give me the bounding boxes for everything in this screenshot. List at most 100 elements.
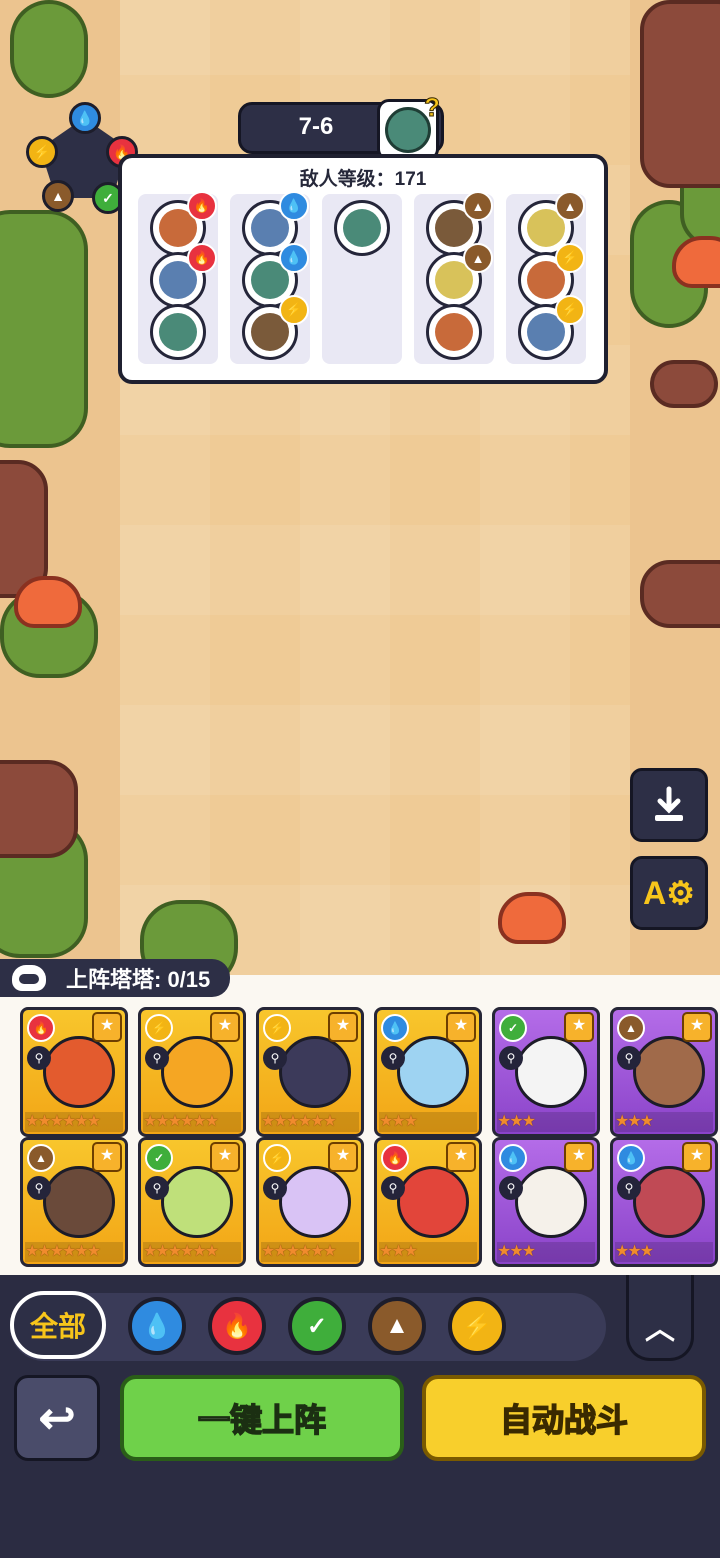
star-badge-icon: ★ bbox=[682, 1142, 712, 1172]
star-rating: ★★★ bbox=[379, 1242, 477, 1262]
star-rating: ★★★★★★ bbox=[143, 1242, 241, 1262]
tower-portrait bbox=[161, 1166, 233, 1238]
rock-decoration bbox=[640, 0, 720, 188]
element-filter-bar: 全部 💧 🔥 ✓ ▲ ⚡ bbox=[10, 1291, 606, 1361]
expand-roster-button[interactable]: ︿ bbox=[626, 1275, 694, 1361]
back-button[interactable]: ↩ bbox=[14, 1375, 100, 1461]
thunder-element-icon: ⚡ bbox=[145, 1014, 173, 1042]
role-icon: ⚲ bbox=[499, 1046, 523, 1070]
tower-card[interactable]: ✓ ⚲ ★ ★★★★★★ bbox=[138, 1137, 246, 1267]
tower-card[interactable]: ✓ ⚲ ★ ★★★ bbox=[492, 1007, 600, 1137]
enemy-level-title: 敌人等级：171 bbox=[299, 169, 427, 190]
enemy-column: ▲ ▲ bbox=[414, 191, 494, 364]
enemy-panel: 敌人等级：171 🔥 🔥 💧 💧 ⚡ ▲ ▲ ▲ ⚡ ⚡ bbox=[118, 154, 608, 384]
tower-card[interactable]: ▲ ⚲ ★ ★★★★★★ bbox=[20, 1137, 128, 1267]
enemy-avatar: 🔥 bbox=[150, 243, 217, 308]
stage-label: 7-6 bbox=[298, 113, 334, 140]
fire-element-icon: 🔥 bbox=[27, 1014, 55, 1042]
role-icon: ⚲ bbox=[617, 1176, 641, 1200]
return-arrow-icon: ↩ bbox=[38, 1393, 76, 1443]
water-element-icon: 💧 bbox=[381, 1014, 409, 1042]
tower-portrait bbox=[515, 1036, 587, 1108]
enemy-avatar: ⚡ bbox=[518, 295, 585, 360]
fire-element-icon: 🔥 bbox=[187, 243, 217, 273]
tower-portrait bbox=[633, 1036, 705, 1108]
enemy-preview-button[interactable]: ? bbox=[377, 92, 440, 161]
tower-roster: 🔥 ⚲ ★ ★★★★★★ ⚡ ⚲ ★ ★★★★★★ ⚡ ⚲ ★ ★★★★★★ 💧 ⚲ ★ ★★★ ✓ ⚲ ★ ★★★ ▲… bbox=[0, 975, 720, 1275]
role-icon: ⚲ bbox=[263, 1046, 287, 1070]
filter-thunder-button[interactable]: ⚡ bbox=[448, 1297, 506, 1355]
question-icon: ? bbox=[424, 92, 441, 123]
tower-card[interactable]: 💧 ⚲ ★ ★★★ bbox=[374, 1007, 482, 1137]
filter-grass-button[interactable]: ✓ bbox=[288, 1297, 346, 1355]
star-rating: ★★★★★★ bbox=[143, 1112, 241, 1132]
star-rating: ★★★★★★ bbox=[261, 1112, 359, 1132]
tower-portrait bbox=[43, 1166, 115, 1238]
enemy-column bbox=[322, 194, 402, 364]
role-icon: ⚲ bbox=[27, 1046, 51, 1070]
star-badge-icon: ★ bbox=[446, 1012, 476, 1042]
grass-element-icon: ✓ bbox=[145, 1144, 173, 1172]
role-icon: ⚲ bbox=[381, 1176, 405, 1200]
filter-water-button[interactable]: 💧 bbox=[128, 1297, 186, 1355]
auto-deploy-button[interactable]: 一键上阵 bbox=[120, 1375, 404, 1461]
tower-card[interactable]: 💧 ⚲ ★ ★★★ bbox=[610, 1137, 718, 1267]
filter-earth-button[interactable]: ▲ bbox=[368, 1297, 426, 1355]
download-icon bbox=[655, 786, 683, 821]
filter-fire-button[interactable]: 🔥 bbox=[208, 1297, 266, 1355]
star-rating: ★★★ bbox=[497, 1242, 595, 1262]
tower-portrait bbox=[397, 1036, 469, 1108]
download-button[interactable] bbox=[630, 768, 708, 842]
earth-element-icon: ▲ bbox=[555, 191, 585, 221]
auto-settings-icon: A⚙ bbox=[643, 875, 695, 911]
earth-element-icon: ▲ bbox=[27, 1144, 55, 1172]
tower-portrait bbox=[279, 1036, 351, 1108]
enemy-avatar bbox=[426, 304, 482, 360]
cactus-decoration bbox=[10, 0, 88, 98]
rock-decoration bbox=[650, 360, 718, 408]
tower-card[interactable]: ⚡ ⚲ ★ ★★★★★★ bbox=[256, 1007, 364, 1137]
star-badge-icon: ★ bbox=[210, 1142, 240, 1172]
thunder-element-icon: ⚡ bbox=[555, 243, 585, 273]
tower-card[interactable]: ⚡ ⚲ ★ ★★★★★★ bbox=[138, 1007, 246, 1137]
star-rating: ★★★ bbox=[497, 1112, 595, 1132]
tower-portrait bbox=[515, 1166, 587, 1238]
bottom-panel: 🔥 ⚲ ★ ★★★★★★ ⚡ ⚲ ★ ★★★★★★ ⚡ ⚲ ★ ★★★★★★ 💧 ⚲ ★ ★★★ ✓ ⚲ ★ ★★★ ▲… bbox=[0, 959, 720, 1558]
role-icon: ⚲ bbox=[27, 1176, 51, 1200]
tower-card[interactable]: 🔥 ⚲ ★ ★★★ bbox=[374, 1137, 482, 1267]
star-badge-icon: ★ bbox=[328, 1012, 358, 1042]
role-icon: ⚲ bbox=[499, 1176, 523, 1200]
auto-battle-button[interactable]: 自动战斗 bbox=[422, 1375, 706, 1461]
water-element-icon: 💧 bbox=[617, 1144, 645, 1172]
earth-element-icon: ▲ bbox=[463, 191, 493, 221]
enemy-column: ▲ ⚡ ⚡ bbox=[506, 191, 586, 364]
star-badge-icon: ★ bbox=[564, 1142, 594, 1172]
star-rating: ★★★★★★ bbox=[261, 1242, 359, 1262]
zombie-face-icon bbox=[343, 209, 381, 247]
tower-card[interactable]: ⚡ ⚲ ★ ★★★★★★ bbox=[256, 1137, 364, 1267]
thunder-element-icon: ⚡ bbox=[263, 1144, 291, 1172]
rock-decoration bbox=[0, 760, 78, 858]
tower-portrait bbox=[161, 1036, 233, 1108]
thunder-element-icon: ⚡ bbox=[279, 295, 309, 325]
star-badge-icon: ★ bbox=[446, 1142, 476, 1172]
star-badge-icon: ★ bbox=[92, 1012, 122, 1042]
water-element-icon: 💧 bbox=[279, 191, 309, 221]
fire-element-icon: 🔥 bbox=[187, 191, 217, 221]
filter-all-button[interactable]: 全部 bbox=[10, 1291, 106, 1359]
role-icon: ⚲ bbox=[381, 1046, 405, 1070]
tower-portrait bbox=[279, 1166, 351, 1238]
tower-portrait bbox=[633, 1166, 705, 1238]
earth-icon: ▲ bbox=[42, 180, 74, 212]
enemy-avatar bbox=[150, 304, 206, 360]
star-badge-icon: ★ bbox=[92, 1142, 122, 1172]
stage-indicator: 7-6 ? bbox=[238, 92, 444, 161]
tower-card[interactable]: 🔥 ⚲ ★ ★★★★★★ bbox=[20, 1007, 128, 1137]
tower-card[interactable]: ▲ ⚲ ★ ★★★ bbox=[610, 1007, 718, 1137]
zombie-face-icon bbox=[159, 313, 197, 351]
auto-settings-button[interactable]: A⚙ bbox=[630, 856, 708, 930]
earth-element-icon: ▲ bbox=[617, 1014, 645, 1042]
water-icon: 💧 bbox=[69, 102, 101, 134]
tower-portrait bbox=[397, 1166, 469, 1238]
tower-card[interactable]: 💧 ⚲ ★ ★★★ bbox=[492, 1137, 600, 1267]
